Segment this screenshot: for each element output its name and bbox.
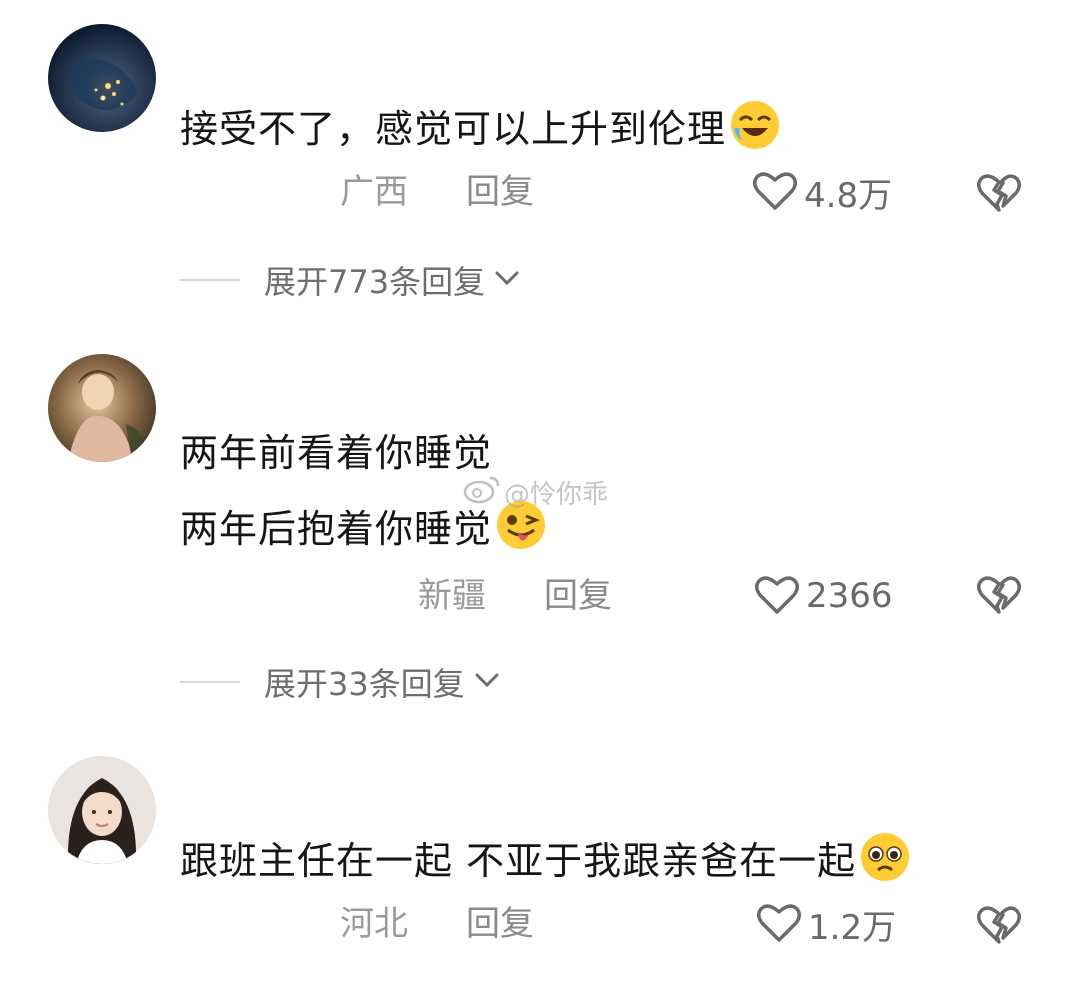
like-count: 4.8万 [804,175,893,216]
avatar[interactable] [48,354,156,462]
comment-text: 接受不了，感觉可以上升到伦理 [180,98,782,152]
weibo-logo-icon [462,474,504,511]
comment-text-line: 两年前看着你睡觉 [180,431,493,475]
location-label: 广西 [340,172,408,212]
watermark: @怜你乖 [462,474,608,511]
watermark-text: @怜你乖 [504,480,609,510]
chevron-down-icon [485,268,521,292]
like-button[interactable]: 4.8万 [752,168,892,216]
expand-replies[interactable]: 展开33条回复 [180,660,501,704]
broken-heart-icon [976,174,1022,218]
heart-outline-icon [754,572,800,620]
comment-text: 跟班主任在一起 不亚于我跟亲爸在一起 [180,830,912,884]
comment-text: 两年前看着你睡觉 [180,430,492,476]
like-button[interactable]: 2366 [754,572,893,620]
divider [180,279,240,281]
expand-replies-label: 展开33条回复 [264,665,465,703]
comment-text-line: 接受不了，感觉可以上升到伦理 [180,107,727,151]
dislike-button[interactable] [976,570,1022,616]
like-count: 2366 [806,576,893,616]
rolling-laughing-emoji [728,98,782,152]
like-button[interactable]: 1.2万 [756,900,896,948]
broken-heart-icon [976,906,1022,950]
reply-button[interactable]: 回复 [466,904,534,944]
like-count: 1.2万 [808,907,897,948]
reply-button[interactable]: 回复 [466,172,534,212]
divider [180,681,240,683]
location-label: 河北 [340,904,408,944]
broken-heart-icon [976,576,1022,620]
chevron-down-icon [465,670,501,694]
pleading-face-emoji [858,830,912,884]
heart-outline-icon [752,168,798,216]
dislike-button[interactable] [976,168,1022,214]
heart-outline-icon [756,900,802,948]
reply-button[interactable]: 回复 [544,576,612,616]
location-label: 新疆 [418,576,486,616]
comment-text-line: 跟班主任在一起 不亚于我跟亲爸在一起 [180,839,857,883]
avatar[interactable] [48,24,156,132]
expand-replies-label: 展开773条回复 [264,263,486,301]
dislike-button[interactable] [976,900,1022,946]
comment-text-line: 两年后抱着你睡觉 [180,507,493,551]
expand-replies[interactable]: 展开773条回复 [180,258,521,302]
avatar[interactable] [48,756,156,864]
